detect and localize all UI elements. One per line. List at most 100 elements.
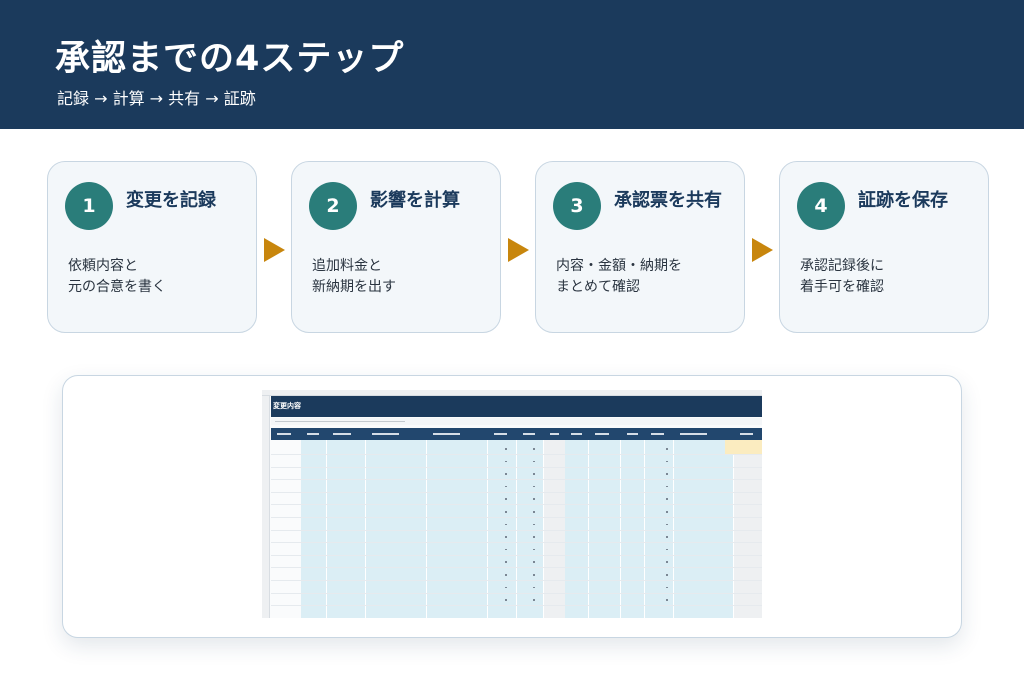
sheet-header-cell xyxy=(494,433,508,435)
sheet-cell-mark xyxy=(505,548,507,551)
sheet-cell-mark xyxy=(533,536,535,538)
sheet-gridline xyxy=(271,517,762,518)
sheet-gridline xyxy=(271,479,762,481)
arrow-right-icon xyxy=(508,238,529,262)
sheet-cell-mark xyxy=(666,523,668,526)
sheet-cell-mark xyxy=(666,485,668,488)
step-number-badge: 1 xyxy=(65,182,113,230)
sheet-header-cell xyxy=(277,433,291,435)
step-desc-line: 新納期を出す xyxy=(312,279,396,295)
sheet-gridline xyxy=(271,567,762,569)
sheet-gridline xyxy=(271,504,762,506)
sheet-gridline xyxy=(271,466,762,468)
sheet-gridline xyxy=(271,605,762,607)
step-title: 影響を計算 xyxy=(370,190,460,211)
sheet-cell-mark xyxy=(505,498,507,500)
sheet-cell-mark xyxy=(505,523,507,526)
step-card-2: 2 影響を計算 追加料金と 新納期を出す xyxy=(291,161,501,333)
arrow-right-icon xyxy=(752,238,773,262)
step-description: 追加料金と 新納期を出す xyxy=(312,256,396,298)
sheet-cell-mark xyxy=(505,536,507,538)
sheet-cell-mark xyxy=(533,548,535,551)
step-card-3: 3 承認票を共有 内容・金額・納期を まとめて確認 xyxy=(535,161,745,333)
sheet-cell-mark xyxy=(533,574,535,576)
step-number-badge: 3 xyxy=(553,182,601,230)
sheet-cell-mark xyxy=(505,561,507,563)
step-card-4: 4 証跡を保存 承認記録後に 着手可を確認 xyxy=(779,161,989,333)
step-description: 内容・金額・納期を まとめて確認 xyxy=(556,256,682,298)
sheet-header-cell xyxy=(550,433,560,435)
step-desc-line: 着手可を確認 xyxy=(800,279,884,295)
sheet-cell-mark xyxy=(505,574,507,576)
sheet-banner: 変更内容 xyxy=(271,396,762,417)
sheet-cell-mark xyxy=(505,473,507,475)
sheet-cell-mark xyxy=(666,448,668,450)
sheet-cell-mark xyxy=(505,448,507,450)
sheet-cell-mark xyxy=(533,448,535,450)
sheet-row-header xyxy=(262,396,270,618)
step-desc-line: 追加料金と xyxy=(312,258,382,274)
sheet-cell-mark xyxy=(533,599,535,601)
sheet-cell-mark xyxy=(533,511,535,513)
sheet-header-cell xyxy=(433,433,461,435)
arrow-right-icon xyxy=(264,238,285,262)
sheet-status-cell xyxy=(725,440,762,454)
sheet-header-cell xyxy=(333,433,351,435)
sheet-gridline xyxy=(271,554,762,556)
step-description: 依頼内容と 元の合意を書く xyxy=(68,256,166,298)
sheet-cell-mark xyxy=(505,485,507,488)
step-number-badge: 2 xyxy=(309,182,357,230)
sheet-header-cell xyxy=(571,433,582,435)
sheet-cell-mark xyxy=(666,536,668,538)
sheet-header-row xyxy=(271,428,762,440)
sheet-cell-mark xyxy=(533,498,535,500)
step-desc-line: 依頼内容と xyxy=(68,258,138,274)
sheet-cell-mark xyxy=(533,485,535,488)
sheet-header-cell xyxy=(523,433,536,435)
sheet-cell-mark xyxy=(505,599,507,601)
sheet-header-cell xyxy=(627,433,638,435)
sheet-note xyxy=(271,418,762,425)
sheet-header-cell xyxy=(372,433,400,435)
step-desc-line: まとめて確認 xyxy=(556,279,640,295)
step-description: 承認記録後に 着手可を確認 xyxy=(800,256,884,298)
sheet-cell-mark xyxy=(666,460,668,463)
sheet-gridline xyxy=(271,542,762,544)
sheet-gridline xyxy=(271,592,762,594)
sheet-header-cell xyxy=(307,433,319,435)
step-card-1: 1 変更を記録 依頼内容と 元の合意を書く xyxy=(47,161,257,333)
sheet-cell-mark xyxy=(533,523,535,526)
step-desc-line: 元の合意を書く xyxy=(68,279,166,295)
step-title: 証跡を保存 xyxy=(858,190,948,211)
sheet-cell-mark xyxy=(505,586,507,589)
sheet-cell-mark xyxy=(666,586,668,589)
sheet-gridline xyxy=(271,529,762,531)
sheet-cell-mark xyxy=(666,548,668,551)
header-banner: 承認までの4ステップ 記録 → 計算 → 共有 → 証跡 xyxy=(0,0,1024,129)
sheet-header-cell xyxy=(740,433,753,435)
sheet-gridline xyxy=(271,580,762,581)
step-title: 承認票を共有 xyxy=(614,190,722,211)
sheet-cell-mark xyxy=(666,473,668,475)
sheet-cell-mark xyxy=(505,460,507,463)
step-title: 変更を記録 xyxy=(126,190,216,211)
sheet-cell-mark xyxy=(666,498,668,500)
sheet-cell-mark xyxy=(666,561,668,563)
sheet-title: 変更内容 xyxy=(273,402,301,410)
sheet-header-cell xyxy=(680,433,707,435)
page-subtitle: 記録 → 計算 → 共有 → 証跡 xyxy=(57,89,256,108)
sheet-cell-mark xyxy=(533,473,535,475)
sheet-gridline xyxy=(271,454,762,455)
step-desc-line: 承認記録後に xyxy=(800,258,884,274)
sheet-header-cell xyxy=(595,433,610,435)
sheet-cell-mark xyxy=(533,561,535,563)
step-desc-line: 内容・金額・納期を xyxy=(556,258,682,274)
spreadsheet-screenshot: 変更内容 xyxy=(262,390,762,618)
sheet-gridline xyxy=(271,491,762,493)
sheet-header-cell xyxy=(651,433,665,435)
sheet-cell-mark xyxy=(505,511,507,513)
sheet-cell-mark xyxy=(666,574,668,576)
sheet-cell-mark xyxy=(533,460,535,463)
sheet-cell-mark xyxy=(533,586,535,589)
sheet-cell-mark xyxy=(666,599,668,601)
